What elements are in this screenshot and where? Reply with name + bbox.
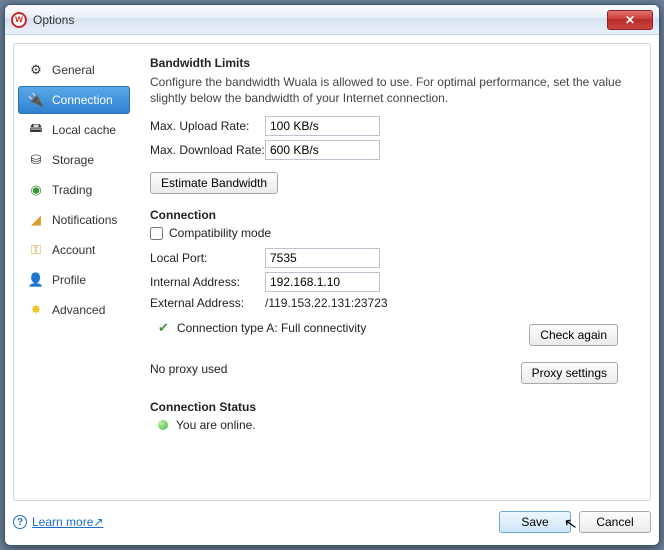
proxy-status-text: No proxy used bbox=[150, 362, 227, 376]
footer: ? Learn more↗ Save Cancel bbox=[13, 507, 651, 537]
sidebar-item-profile[interactable]: 👤 Profile bbox=[18, 266, 130, 294]
download-rate-label: Max. Download Rate: bbox=[150, 143, 265, 157]
person-icon: 👤 bbox=[28, 272, 44, 288]
compatibility-checkbox[interactable] bbox=[150, 227, 163, 240]
bandwidth-title: Bandwidth Limits bbox=[150, 56, 634, 70]
bandwidth-description: Configure the bandwidth Wuala is allowed… bbox=[150, 74, 634, 106]
sidebar-item-label: Connection bbox=[52, 93, 113, 107]
sidebar-item-label: Trading bbox=[52, 183, 92, 197]
sidebar-item-label: Profile bbox=[52, 273, 86, 287]
sidebar-item-label: Storage bbox=[52, 153, 94, 167]
cancel-button[interactable]: Cancel bbox=[579, 511, 651, 533]
learn-more-link[interactable]: ? Learn more↗ bbox=[13, 515, 103, 529]
sidebar-item-trading[interactable]: ◉ Trading bbox=[18, 176, 130, 204]
sidebar-item-connection[interactable]: 🔌 Connection bbox=[18, 86, 130, 114]
sidebar-item-storage[interactable]: ⛁ Storage bbox=[18, 146, 130, 174]
upload-rate-input[interactable] bbox=[265, 116, 380, 136]
estimate-bandwidth-button[interactable]: Estimate Bandwidth bbox=[150, 172, 278, 194]
options-window: w Options ✕ ⚙ General 🔌 Connection 🖴 Loc… bbox=[4, 4, 660, 546]
plug-icon: 🔌 bbox=[28, 92, 44, 108]
sidebar: ⚙ General 🔌 Connection 🖴 Local cache ⛁ S… bbox=[14, 44, 134, 500]
sidebar-item-general[interactable]: ⚙ General bbox=[18, 56, 130, 84]
external-address-label: External Address: bbox=[150, 296, 265, 310]
proxy-settings-button[interactable]: Proxy settings bbox=[521, 362, 618, 384]
help-icon: ? bbox=[13, 515, 27, 529]
sidebar-item-label: Advanced bbox=[52, 303, 105, 317]
check-again-button[interactable]: Check again bbox=[529, 324, 618, 346]
drive-icon: ⛁ bbox=[28, 152, 44, 168]
sidebar-item-local-cache[interactable]: 🖴 Local cache bbox=[18, 116, 130, 144]
internal-address-input[interactable] bbox=[265, 272, 380, 292]
check-icon: ✔ bbox=[158, 320, 169, 336]
connection-title: Connection bbox=[150, 208, 634, 222]
internal-address-label: Internal Address: bbox=[150, 275, 265, 289]
learn-more-label: Learn more↗ bbox=[32, 515, 103, 529]
gear-icon: ⚙ bbox=[28, 62, 44, 78]
close-icon: ✕ bbox=[625, 13, 635, 27]
sidebar-item-label: General bbox=[52, 63, 95, 77]
window-title: Options bbox=[33, 13, 74, 27]
sidebar-item-label: Local cache bbox=[52, 123, 116, 137]
globe-icon: ◉ bbox=[28, 182, 44, 198]
content-panel: Bandwidth Limits Configure the bandwidth… bbox=[134, 44, 650, 500]
sidebar-item-advanced[interactable]: ✸ Advanced bbox=[18, 296, 130, 324]
sidebar-item-label: Account bbox=[52, 243, 95, 257]
compatibility-label: Compatibility mode bbox=[169, 226, 271, 240]
sidebar-item-account[interactable]: ⚿ Account bbox=[18, 236, 130, 264]
sidebar-item-label: Notifications bbox=[52, 213, 117, 227]
download-rate-input[interactable] bbox=[265, 140, 380, 160]
app-icon: w bbox=[11, 12, 27, 28]
save-button[interactable]: Save bbox=[499, 511, 571, 533]
titlebar: w Options ✕ bbox=[5, 5, 659, 35]
external-address-value: /119.153.22.131:23723 bbox=[265, 296, 388, 310]
key-icon: ⚿ bbox=[28, 242, 44, 258]
disk-icon: 🖴 bbox=[28, 122, 44, 138]
close-button[interactable]: ✕ bbox=[607, 10, 653, 30]
star-icon: ✸ bbox=[28, 302, 44, 318]
upload-rate-label: Max. Upload Rate: bbox=[150, 119, 265, 133]
online-dot-icon bbox=[158, 420, 168, 430]
connection-type-text: Connection type A: Full connectivity bbox=[177, 321, 366, 335]
online-status-text: You are online. bbox=[176, 418, 256, 432]
local-port-input[interactable] bbox=[265, 248, 380, 268]
bell-icon: ◢ bbox=[28, 212, 44, 228]
sidebar-item-notifications[interactable]: ◢ Notifications bbox=[18, 206, 130, 234]
local-port-label: Local Port: bbox=[150, 251, 265, 265]
content-frame: ⚙ General 🔌 Connection 🖴 Local cache ⛁ S… bbox=[13, 43, 651, 501]
connection-status-title: Connection Status bbox=[150, 400, 634, 414]
